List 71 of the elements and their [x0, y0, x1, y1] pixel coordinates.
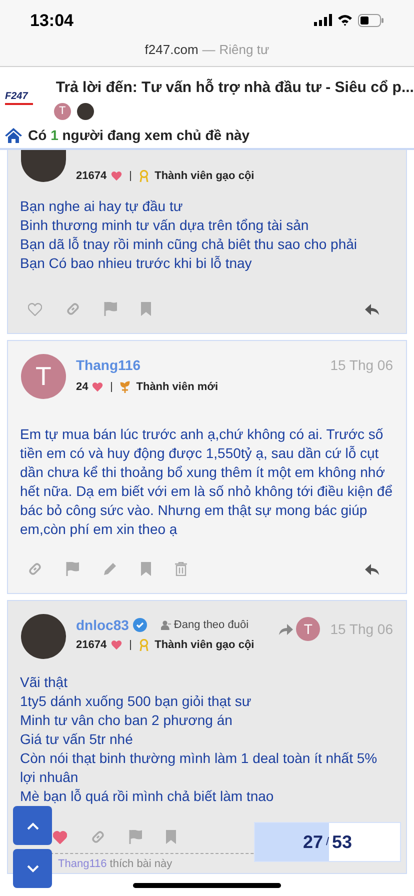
likes-text: Thang116 thích bài này — [58, 858, 172, 870]
bookmark-icon[interactable] — [166, 830, 176, 844]
chevron-up-icon — [26, 822, 38, 830]
link-icon[interactable] — [28, 562, 42, 576]
site-logo[interactable]: F247 — [5, 92, 43, 105]
heart-icon — [110, 170, 122, 181]
username-link[interactable]: dnloc83 — [76, 614, 129, 636]
participant-avatar[interactable]: T — [54, 102, 71, 120]
following-label: Đang theo đuôi — [174, 618, 249, 633]
chevron-down-icon — [26, 864, 38, 872]
private-mode-label: Riêng tư — [219, 41, 270, 59]
flag-icon[interactable] — [104, 302, 117, 316]
post-date: 15 Thg 06 — [330, 620, 393, 639]
trash-icon[interactable] — [175, 562, 187, 576]
member-rank: Thành viên gạo cội — [154, 168, 254, 184]
participant-avatar[interactable] — [76, 102, 94, 120]
signal-icon — [314, 14, 332, 26]
user-avatar[interactable]: T — [21, 354, 66, 399]
scroll-up-button[interactable] — [13, 806, 52, 845]
post-text: Em tự mua bán lúc trước anh ạ,chứ không có ai. Trước số tiền em có và huy động được 1,550tỷ ạ, sau dần cứ lỗ cụt dần chưa kể thi thoảng bổ xung thêm ít một em không nhớ hết nữa. Dạ em biết với em là số nhỏ không tới điều kiện để bác bỏ công sức vào. Nhưng em thật sự mong bác giúp em,còn phí em xin theo ạ — [20, 425, 394, 539]
bookmark-icon[interactable] — [141, 302, 151, 316]
reply-icon[interactable] — [365, 564, 379, 574]
user-avatar[interactable] — [21, 150, 66, 182]
current-post-number: 27 — [302, 830, 323, 854]
post-text: Bạn nghe ai hay tự đầu tư — [20, 197, 184, 216]
post-progress-bar[interactable]: 27 / 53 — [254, 822, 401, 862]
reply-icon[interactable] — [365, 304, 379, 314]
topic-title[interactable]: Trả lời đến: Tư vấn hỗ trợ nhà đầu tư - Siêu cổ p... — [56, 77, 414, 100]
post-date: 15 Thg 06 — [330, 356, 393, 375]
status-time: 13:04 — [30, 10, 74, 32]
heart-icon — [92, 382, 104, 392]
post-score: 21674 — [76, 168, 107, 184]
url-domain[interactable]: f247.com — [144, 40, 198, 60]
battery-icon — [358, 14, 384, 26]
progress-separator: / — [326, 834, 330, 850]
total-post-number: 53 — [332, 830, 352, 854]
bookmark-icon[interactable] — [141, 562, 151, 576]
user-avatar[interactable] — [21, 614, 66, 659]
post-score: 24 — [76, 380, 88, 395]
reply-to-avatar[interactable]: T — [296, 617, 320, 641]
post-text: Mè bạn lỗ quá rồi mình chả biết làm tnao — [20, 787, 275, 806]
post-text: Minh tư vân cho ban 2 phương án — [20, 711, 234, 730]
link-icon[interactable] — [66, 302, 80, 316]
viewers-text: Có 1 người đang xem chủ đề này — [28, 126, 250, 145]
heart-icon[interactable] — [28, 302, 42, 316]
url-separator: — — [202, 41, 216, 59]
share-arrow-icon — [279, 624, 294, 634]
person-icon — [160, 620, 171, 630]
post-text: 1ty5 dánh xuống 500 bạn giỏi thạt sư — [20, 692, 252, 711]
wifi-icon — [337, 14, 353, 26]
home-icon — [5, 128, 22, 142]
sprout-icon — [120, 381, 130, 394]
link-icon[interactable] — [91, 830, 105, 844]
flag-icon[interactable] — [66, 562, 79, 576]
member-rank: Thành viên gạo cội — [154, 638, 254, 653]
post-text: Giá tư vấn 5tr nhé — [20, 730, 134, 749]
heart-icon[interactable] — [53, 830, 67, 844]
scroll-down-button[interactable] — [13, 849, 52, 888]
post-text: Còn nói thạt binh thường mình làm 1 deal toàn ít nhất 5% lợi nhuân — [20, 749, 378, 787]
post-text: Bạn Có bao nhieu trước khi bi lỗ tnay — [20, 254, 253, 273]
post-score: 21674 — [76, 638, 107, 653]
flag-icon[interactable] — [129, 830, 142, 844]
medal-icon — [138, 170, 149, 182]
heart-icon — [110, 640, 122, 650]
medal-icon — [138, 639, 149, 652]
username-link[interactable]: Thang116 — [76, 354, 141, 376]
pencil-icon[interactable] — [103, 562, 117, 576]
post-text: Vãi thật — [20, 673, 68, 692]
post-text: Bạn dã lỗ tnay rồi minh cũng chả biêt thu sao cho phải — [20, 235, 358, 254]
member-rank: Thành viên mới — [136, 380, 218, 395]
post-text: Binh thương minh tư vấn dựa trên tổng tài sản — [20, 216, 310, 235]
